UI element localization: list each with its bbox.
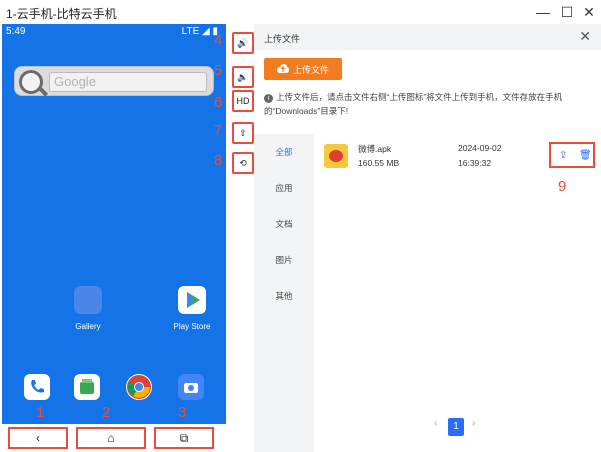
search-field[interactable]: Google (49, 72, 207, 92)
file-time: 16:39:32 (458, 158, 492, 168)
window-titlebar: 1-云手机-比特云手机 — ☐ ✕ (0, 0, 601, 24)
network-status: LTE ◢ ▮ (181, 26, 218, 37)
file-list: 微博.apk 160.55 MB 2024-09-02 16:39:32 ⇪ 🗑… (314, 134, 601, 452)
current-page[interactable]: 1 (448, 418, 464, 436)
gallery-icon (74, 286, 102, 314)
upload-panel: 上传文件 ✕ 上传文件 i 上传文件后，请点击文件右侧“上传图标”将文件上传到手机… (254, 24, 601, 452)
restore-icon: ⟲ (239, 157, 247, 168)
home-button[interactable]: ⌂ (76, 427, 146, 449)
hd-button[interactable]: HD (232, 90, 254, 112)
category-apps[interactable]: 应用 (254, 182, 314, 194)
delete-icon[interactable]: 🗑 (579, 150, 592, 161)
label-5: 5 (214, 62, 223, 79)
hd-icon: HD (236, 96, 250, 106)
label-8: 8 (214, 152, 223, 169)
volume-up-button[interactable]: 🔊 (232, 32, 254, 54)
phone-nav-bar: ‹ ⌂ ⧉ (2, 424, 226, 452)
upload-file-icon: ⇪ (239, 127, 247, 138)
cloud-upload-icon (276, 64, 289, 73)
panel-header: 上传文件 ✕ (254, 24, 601, 50)
close-panel-icon[interactable]: ✕ (579, 28, 591, 45)
play-store-app[interactable]: Play Store (162, 286, 222, 331)
file-name: 微博.apk (358, 144, 392, 154)
phone-screen[interactable]: 5:49 LTE ◢ ▮ Google Gallery Play Store (2, 24, 226, 424)
upload-to-phone-icon[interactable]: ⇪ (559, 150, 567, 161)
label-4: 4 (214, 32, 223, 49)
camera-icon[interactable] (178, 374, 204, 400)
side-toolbar: 🔊 🔉 HD ⇪ ⟲ (230, 24, 254, 452)
volume-down-icon: 🔉 (237, 71, 249, 82)
close-window-button[interactable]: ✕ (580, 3, 598, 21)
google-search-widget[interactable]: Google (14, 66, 214, 96)
label-3: 3 (178, 404, 187, 421)
file-size: 160.55 MB (358, 158, 400, 168)
upload-file-button[interactable]: ⇪ (232, 122, 254, 144)
gallery-label: Gallery (75, 322, 101, 331)
restore-button[interactable]: ⟲ (232, 152, 254, 174)
maximize-button[interactable]: ☐ (558, 3, 576, 21)
status-bar: 5:49 LTE ◢ ▮ (2, 24, 226, 40)
category-sidebar: 全部 应用 文档 图片 其他 (254, 134, 314, 452)
weibo-app-icon (324, 144, 348, 168)
upload-hint-text: 上传文件后，请点击文件右侧“上传图标”将文件上传到手机，文件存放在手机的“Dow… (264, 92, 563, 116)
category-docs[interactable]: 文档 (254, 218, 314, 230)
play-store-icon (178, 286, 206, 314)
category-images[interactable]: 图片 (254, 254, 314, 266)
chrome-icon[interactable] (126, 374, 152, 400)
search-icon (19, 70, 43, 94)
next-page-button[interactable]: › (472, 418, 475, 429)
prev-page-button[interactable]: ‹ (434, 418, 437, 429)
label-1: 1 (36, 404, 45, 421)
label-7: 7 (214, 122, 223, 139)
category-other[interactable]: 其他 (254, 290, 314, 302)
file-row[interactable]: 微博.apk 160.55 MB 2024-09-02 16:39:32 ⇪ 🗑 (314, 138, 601, 174)
status-time: 5:49 (6, 26, 26, 37)
back-button[interactable]: ‹ (8, 427, 68, 449)
label-9: 9 (558, 178, 567, 195)
upload-file-button-main[interactable]: 上传文件 (264, 58, 342, 80)
upload-button-label: 上传文件 (292, 64, 329, 75)
label-2: 2 (102, 404, 111, 421)
panel-title: 上传文件 (264, 34, 301, 44)
file-actions: ⇪ 🗑 (549, 142, 595, 168)
volume-up-icon: 🔊 (237, 37, 249, 48)
label-6: 6 (214, 94, 223, 111)
category-all[interactable]: 全部 (254, 146, 314, 158)
upload-hint: i 上传文件后，请点击文件右侧“上传图标”将文件上传到手机，文件存放在手机的“Do… (264, 90, 594, 118)
info-icon: i (264, 94, 273, 103)
window-title: 1-云手机-比特云手机 (6, 7, 117, 21)
files-icon[interactable] (74, 374, 100, 400)
play-store-label: Play Store (173, 322, 211, 331)
volume-down-button[interactable]: 🔉 (232, 66, 254, 88)
phone-icon[interactable] (24, 374, 50, 400)
minimize-button[interactable]: — (534, 3, 552, 21)
phone-panel: 5:49 LTE ◢ ▮ Google Gallery Play Store ‹… (0, 24, 230, 452)
gallery-app[interactable]: Gallery (58, 286, 118, 331)
recents-button[interactable]: ⧉ (154, 427, 214, 449)
file-date: 2024-09-02 (458, 143, 502, 153)
